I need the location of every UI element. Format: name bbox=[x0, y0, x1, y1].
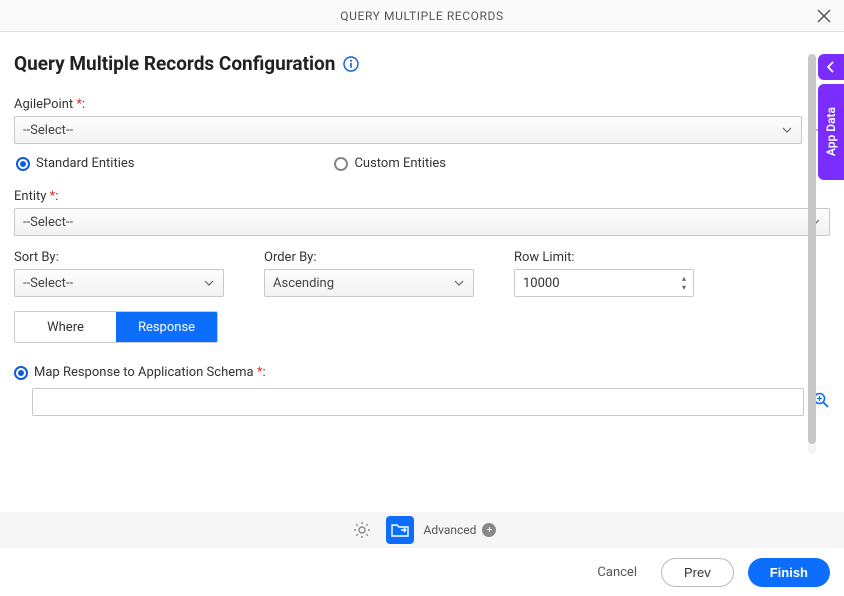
entity-type-radios: Standard Entities Custom Entities bbox=[14, 156, 830, 171]
map-response-radio[interactable]: Map Response to Application Schema *: bbox=[14, 365, 266, 380]
settings-button[interactable] bbox=[348, 516, 376, 544]
page-title-row: Query Multiple Records Configuration bbox=[14, 52, 830, 75]
rowlimit-spinner: ▴ ▾ bbox=[677, 272, 691, 294]
sort-order-limit-row: Sort By: --Select-- Order By: Ascending … bbox=[14, 250, 830, 297]
required-mark: * bbox=[76, 97, 82, 112]
chevron-left-icon bbox=[827, 61, 835, 73]
tab-where[interactable]: Where bbox=[15, 312, 116, 342]
side-panel-tab[interactable]: App Data bbox=[818, 84, 844, 180]
entity-select-value: --Select-- bbox=[23, 215, 73, 230]
rowlimit-label: Row Limit: bbox=[514, 250, 694, 265]
close-icon bbox=[817, 9, 831, 23]
side-panel-label: App Data bbox=[824, 107, 838, 156]
close-button[interactable] bbox=[812, 4, 836, 28]
required-mark: * bbox=[50, 189, 56, 204]
bottom-toolbar: Advanced + bbox=[0, 512, 844, 548]
radio-icon bbox=[14, 366, 28, 380]
spinner-down[interactable]: ▾ bbox=[677, 284, 691, 292]
rowlimit-value: 10000 bbox=[523, 276, 560, 291]
standard-entities-label: Standard Entities bbox=[36, 156, 134, 171]
custom-entities-radio[interactable]: Custom Entities bbox=[334, 156, 446, 171]
map-response-label: Map Response to Application Schema *: bbox=[34, 365, 266, 380]
cancel-button[interactable]: Cancel bbox=[587, 559, 647, 586]
export-button[interactable] bbox=[386, 516, 414, 544]
prev-button[interactable]: Prev bbox=[661, 558, 734, 587]
chevron-down-icon bbox=[777, 119, 797, 141]
titlebar: QUERY MULTIPLE RECORDS bbox=[0, 0, 844, 32]
radio-icon bbox=[334, 157, 348, 171]
sortby-label: Sort By: bbox=[14, 250, 224, 265]
chevron-down-icon bbox=[199, 272, 219, 294]
advanced-toggle[interactable]: Advanced + bbox=[424, 523, 497, 537]
custom-entities-label: Custom Entities bbox=[354, 156, 446, 171]
folder-export-icon bbox=[391, 522, 409, 538]
orderby-select[interactable]: Ascending bbox=[264, 269, 474, 297]
scrollbar-thumb[interactable] bbox=[808, 54, 816, 444]
info-icon[interactable] bbox=[343, 56, 359, 72]
footer: Cancel Prev Finish bbox=[0, 548, 844, 596]
entity-select[interactable]: --Select-- bbox=[14, 208, 830, 236]
agilepoint-label: AgilePoint *: bbox=[14, 97, 830, 112]
plus-circle-icon: + bbox=[482, 523, 496, 537]
radio-icon bbox=[16, 157, 30, 171]
tab-response[interactable]: Response bbox=[116, 312, 217, 342]
sortby-select-value: --Select-- bbox=[23, 276, 73, 291]
orderby-select-value: Ascending bbox=[273, 276, 334, 291]
rowlimit-input[interactable]: 10000 ▴ ▾ bbox=[514, 269, 694, 297]
orderby-label: Order By: bbox=[264, 250, 474, 265]
titlebar-text: QUERY MULTIPLE RECORDS bbox=[340, 9, 503, 23]
main-content: Query Multiple Records Configuration Agi… bbox=[0, 32, 844, 512]
spinner-up[interactable]: ▴ bbox=[677, 275, 691, 283]
standard-entities-radio[interactable]: Standard Entities bbox=[16, 156, 134, 171]
advanced-label: Advanced bbox=[424, 523, 477, 537]
map-response-row: Map Response to Application Schema *: bbox=[14, 365, 830, 380]
page-title: Query Multiple Records Configuration bbox=[14, 52, 335, 75]
where-response-tabs: Where Response bbox=[14, 311, 218, 343]
entity-label: Entity *: bbox=[14, 189, 830, 204]
sortby-select[interactable]: --Select-- bbox=[14, 269, 224, 297]
gear-icon bbox=[353, 521, 371, 539]
agilepoint-select-value: --Select-- bbox=[23, 123, 73, 138]
map-response-input[interactable] bbox=[32, 388, 804, 416]
finish-button[interactable]: Finish bbox=[748, 558, 830, 587]
scrollbar[interactable] bbox=[808, 54, 816, 454]
side-panel-toggle[interactable] bbox=[818, 54, 844, 80]
agilepoint-select[interactable]: --Select-- bbox=[14, 116, 802, 144]
chevron-down-icon bbox=[449, 272, 469, 294]
